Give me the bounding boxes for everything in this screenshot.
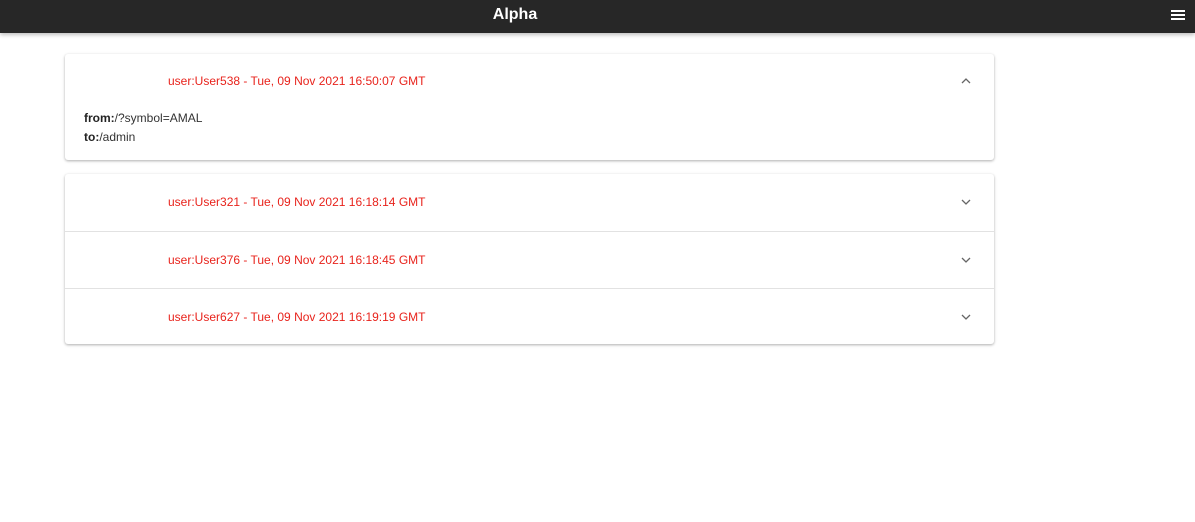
log-entry-list: user:User321 - Tue, 09 Nov 2021 16:18:14…	[65, 174, 994, 344]
hamburger-menu-icon[interactable]	[1171, 10, 1185, 21]
log-entry-header[interactable]: user:User376 - Tue, 09 Nov 2021 16:18:45…	[65, 232, 994, 289]
log-entry: user:User376 - Tue, 09 Nov 2021 16:18:45…	[65, 232, 994, 290]
expanded-log-entry: user:User538 - Tue, 09 Nov 2021 16:50:07…	[65, 54, 994, 160]
log-entry-details: from:/?symbol=AMAL to:/admin	[65, 109, 994, 147]
to-value: /admin	[99, 130, 136, 144]
log-entry-label: user:User538 - Tue, 09 Nov 2021 16:50:07…	[168, 74, 426, 88]
log-entry-header[interactable]: user:User538 - Tue, 09 Nov 2021 16:50:07…	[65, 54, 994, 109]
log-entry-header[interactable]: user:User627 - Tue, 09 Nov 2021 16:19:19…	[65, 289, 994, 346]
chevron-down-icon[interactable]	[960, 196, 972, 208]
chevron-down-icon[interactable]	[960, 311, 972, 323]
to-label: to:	[84, 130, 100, 144]
log-entry: user:User627 - Tue, 09 Nov 2021 16:19:19…	[65, 289, 994, 346]
from-label: from:	[84, 111, 115, 125]
log-entry: user:User321 - Tue, 09 Nov 2021 16:18:14…	[65, 174, 994, 232]
from-line: from:/?symbol=AMAL	[84, 109, 994, 128]
to-line: to:/admin	[84, 128, 994, 147]
chevron-up-icon[interactable]	[960, 75, 972, 87]
from-value: /?symbol=AMAL	[114, 111, 203, 125]
chevron-down-icon[interactable]	[960, 254, 972, 266]
app-bar: Alpha	[0, 0, 1195, 33]
app-title: Alpha	[492, 6, 538, 23]
log-entry-label: user:User376 - Tue, 09 Nov 2021 16:18:45…	[168, 252, 426, 267]
log-entry-label: user:User627 - Tue, 09 Nov 2021 16:19:19…	[168, 310, 426, 325]
log-entry-header[interactable]: user:User321 - Tue, 09 Nov 2021 16:18:14…	[65, 174, 994, 231]
log-entry-label: user:User321 - Tue, 09 Nov 2021 16:18:14…	[168, 195, 426, 209]
